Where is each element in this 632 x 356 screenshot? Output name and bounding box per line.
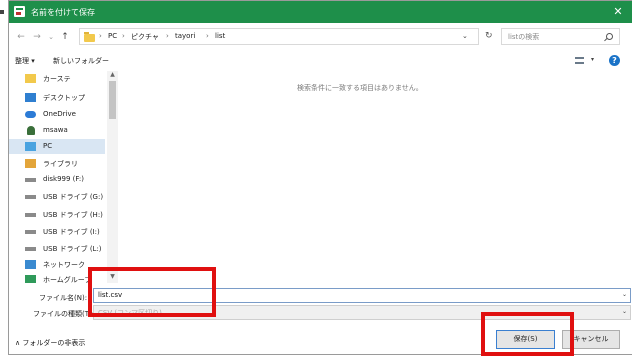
sidebar-item-label: PC [43, 142, 53, 150]
folder-icon [84, 32, 95, 42]
hide-folders-toggle[interactable]: ∧ フォルダーの非表示 [15, 338, 85, 348]
command-toolbar: 整理 ▾ 新しいフォルダー ▾ ? [9, 51, 632, 71]
view-dropdown-icon[interactable]: ▾ [591, 56, 594, 63]
recent-locations-icon[interactable]: ⌄ [45, 30, 57, 44]
sidebar-item-label: カーステ [43, 75, 71, 83]
sidebar-item-homegroup[interactable]: ホームグループ [9, 272, 105, 283]
organize-button[interactable]: 整理 ▾ [15, 56, 35, 66]
sidebar-item-label: disk999 (F:) [43, 175, 84, 183]
cloud-icon [25, 111, 36, 118]
sidebar-item-library[interactable]: ライブラリ [9, 156, 105, 171]
breadcrumb-separator: › [166, 32, 169, 40]
sidebar-item-pc[interactable]: PC [9, 139, 105, 154]
sidebar-item-label: USB ドライブ (H:) [43, 211, 103, 219]
save-button[interactable]: 保存(S) [496, 330, 555, 349]
breadcrumb-pictures[interactable]: ピクチャ [131, 32, 159, 42]
sidebar-item-label: USB ドライブ (L:) [43, 245, 102, 253]
drive-icon [25, 213, 36, 217]
navigation-pane: カーステ デスクトップ OneDrive msawa PC ライブラリ disk… [9, 71, 119, 283]
forward-arrow-icon[interactable]: → [31, 30, 43, 44]
sidebar-item-label: USB ドライブ (G:) [43, 193, 104, 201]
sidebar-item-label: ホームグループ [43, 276, 92, 283]
sidebar-item-label: USB ドライブ (I:) [43, 228, 100, 236]
sidebar-item-usb-g[interactable]: USB ドライブ (G:) [9, 189, 105, 204]
homegroup-icon [25, 275, 36, 283]
search-box[interactable]: listの検索 [501, 28, 620, 45]
sidebar-item-label: ライブラリ [43, 160, 78, 168]
window-edge-mark [0, 10, 4, 14]
drive-icon [25, 178, 36, 182]
drive-icon [25, 230, 36, 234]
filename-field[interactable]: list.csv ⌄ [93, 288, 631, 303]
view-options-icon[interactable] [575, 57, 584, 64]
sidebar-item-desktop[interactable]: デスクトップ [9, 90, 105, 105]
network-icon [25, 260, 36, 269]
sidebar-item-disk999[interactable]: disk999 (F:) [9, 172, 105, 187]
window-title: 名前を付けて保存 [31, 8, 95, 17]
breadcrumb-separator: › [206, 32, 209, 40]
breadcrumb-separator: › [122, 32, 125, 40]
filetype-select[interactable]: CSV (コンマ区切り) ⌄ [93, 305, 631, 320]
filetype-dropdown-icon[interactable]: ⌄ [622, 308, 627, 315]
filename-label: ファイル名(N): [39, 294, 88, 302]
library-icon [25, 159, 36, 168]
drive-icon [25, 247, 36, 251]
breadcrumb-list[interactable]: list [215, 32, 225, 40]
up-arrow-icon[interactable]: ↑ [59, 30, 71, 44]
desktop-icon [25, 93, 36, 102]
scroll-up-icon[interactable]: ▲ [107, 71, 118, 81]
sidebar-item-network[interactable]: ネットワーク [9, 257, 105, 272]
save-as-dialog: 名前を付けて保存 ✕ ← → ⌄ ↑ › PC › ピクチャ › tayori … [8, 0, 632, 356]
search-input[interactable]: listの検索 [508, 32, 539, 42]
help-icon[interactable]: ? [609, 55, 620, 66]
breadcrumb-separator: › [99, 32, 102, 40]
filename-value[interactable]: list.csv [98, 291, 122, 299]
address-bar-row: ← → ⌄ ↑ › PC › ピクチャ › tayori › list ⌄ ↻ … [9, 25, 632, 49]
sidebar-item-label: デスクトップ [43, 94, 85, 102]
refresh-icon[interactable]: ↻ [485, 31, 493, 41]
cancel-button[interactable]: キャンセル [562, 330, 620, 349]
sidebar-item-onedrive[interactable]: OneDrive [9, 107, 105, 122]
new-folder-button[interactable]: 新しいフォルダー [53, 56, 109, 66]
address-bar[interactable]: › PC › ピクチャ › tayori › list ⌄ [79, 28, 479, 45]
scroll-down-icon[interactable]: ▼ [107, 273, 118, 283]
search-icon[interactable] [606, 33, 613, 40]
sidebar-item-label: OneDrive [43, 110, 76, 118]
filetype-value: CSV (コンマ区切り) [98, 309, 162, 317]
back-arrow-icon[interactable]: ← [15, 30, 27, 44]
pc-icon [25, 142, 36, 151]
drive-icon [25, 195, 36, 199]
sidebar-item-usb-i[interactable]: USB ドライブ (I:) [9, 224, 105, 239]
filename-dropdown-icon[interactable]: ⌄ [622, 291, 627, 298]
user-icon [27, 126, 35, 135]
excel-app-icon [14, 6, 25, 17]
breadcrumb-pc[interactable]: PC [108, 32, 117, 40]
scrollbar-thumb[interactable] [109, 81, 116, 119]
close-button[interactable]: ✕ [610, 3, 626, 21]
sidebar-item-carste[interactable]: カーステ [9, 71, 105, 86]
sidebar-item-usb-l[interactable]: USB ドライブ (L:) [9, 241, 105, 256]
address-dropdown-icon[interactable]: ⌄ [462, 32, 468, 40]
file-list-area[interactable]: 検索条件に一致する項目はありません。 [121, 71, 632, 283]
title-bar[interactable]: 名前を付けて保存 ✕ [9, 1, 632, 23]
sidebar-item-usb-h[interactable]: USB ドライブ (H:) [9, 207, 105, 222]
filetype-label: ファイルの種類(T): [33, 310, 95, 318]
empty-message: 検索条件に一致する項目はありません。 [297, 84, 423, 92]
folder-icon [25, 74, 36, 83]
breadcrumb-tayori[interactable]: tayori [175, 32, 195, 40]
sidebar-item-label: ネットワーク [43, 261, 85, 269]
sidebar-item-msawa[interactable]: msawa [9, 123, 105, 138]
sidebar-item-label: msawa [43, 126, 68, 134]
